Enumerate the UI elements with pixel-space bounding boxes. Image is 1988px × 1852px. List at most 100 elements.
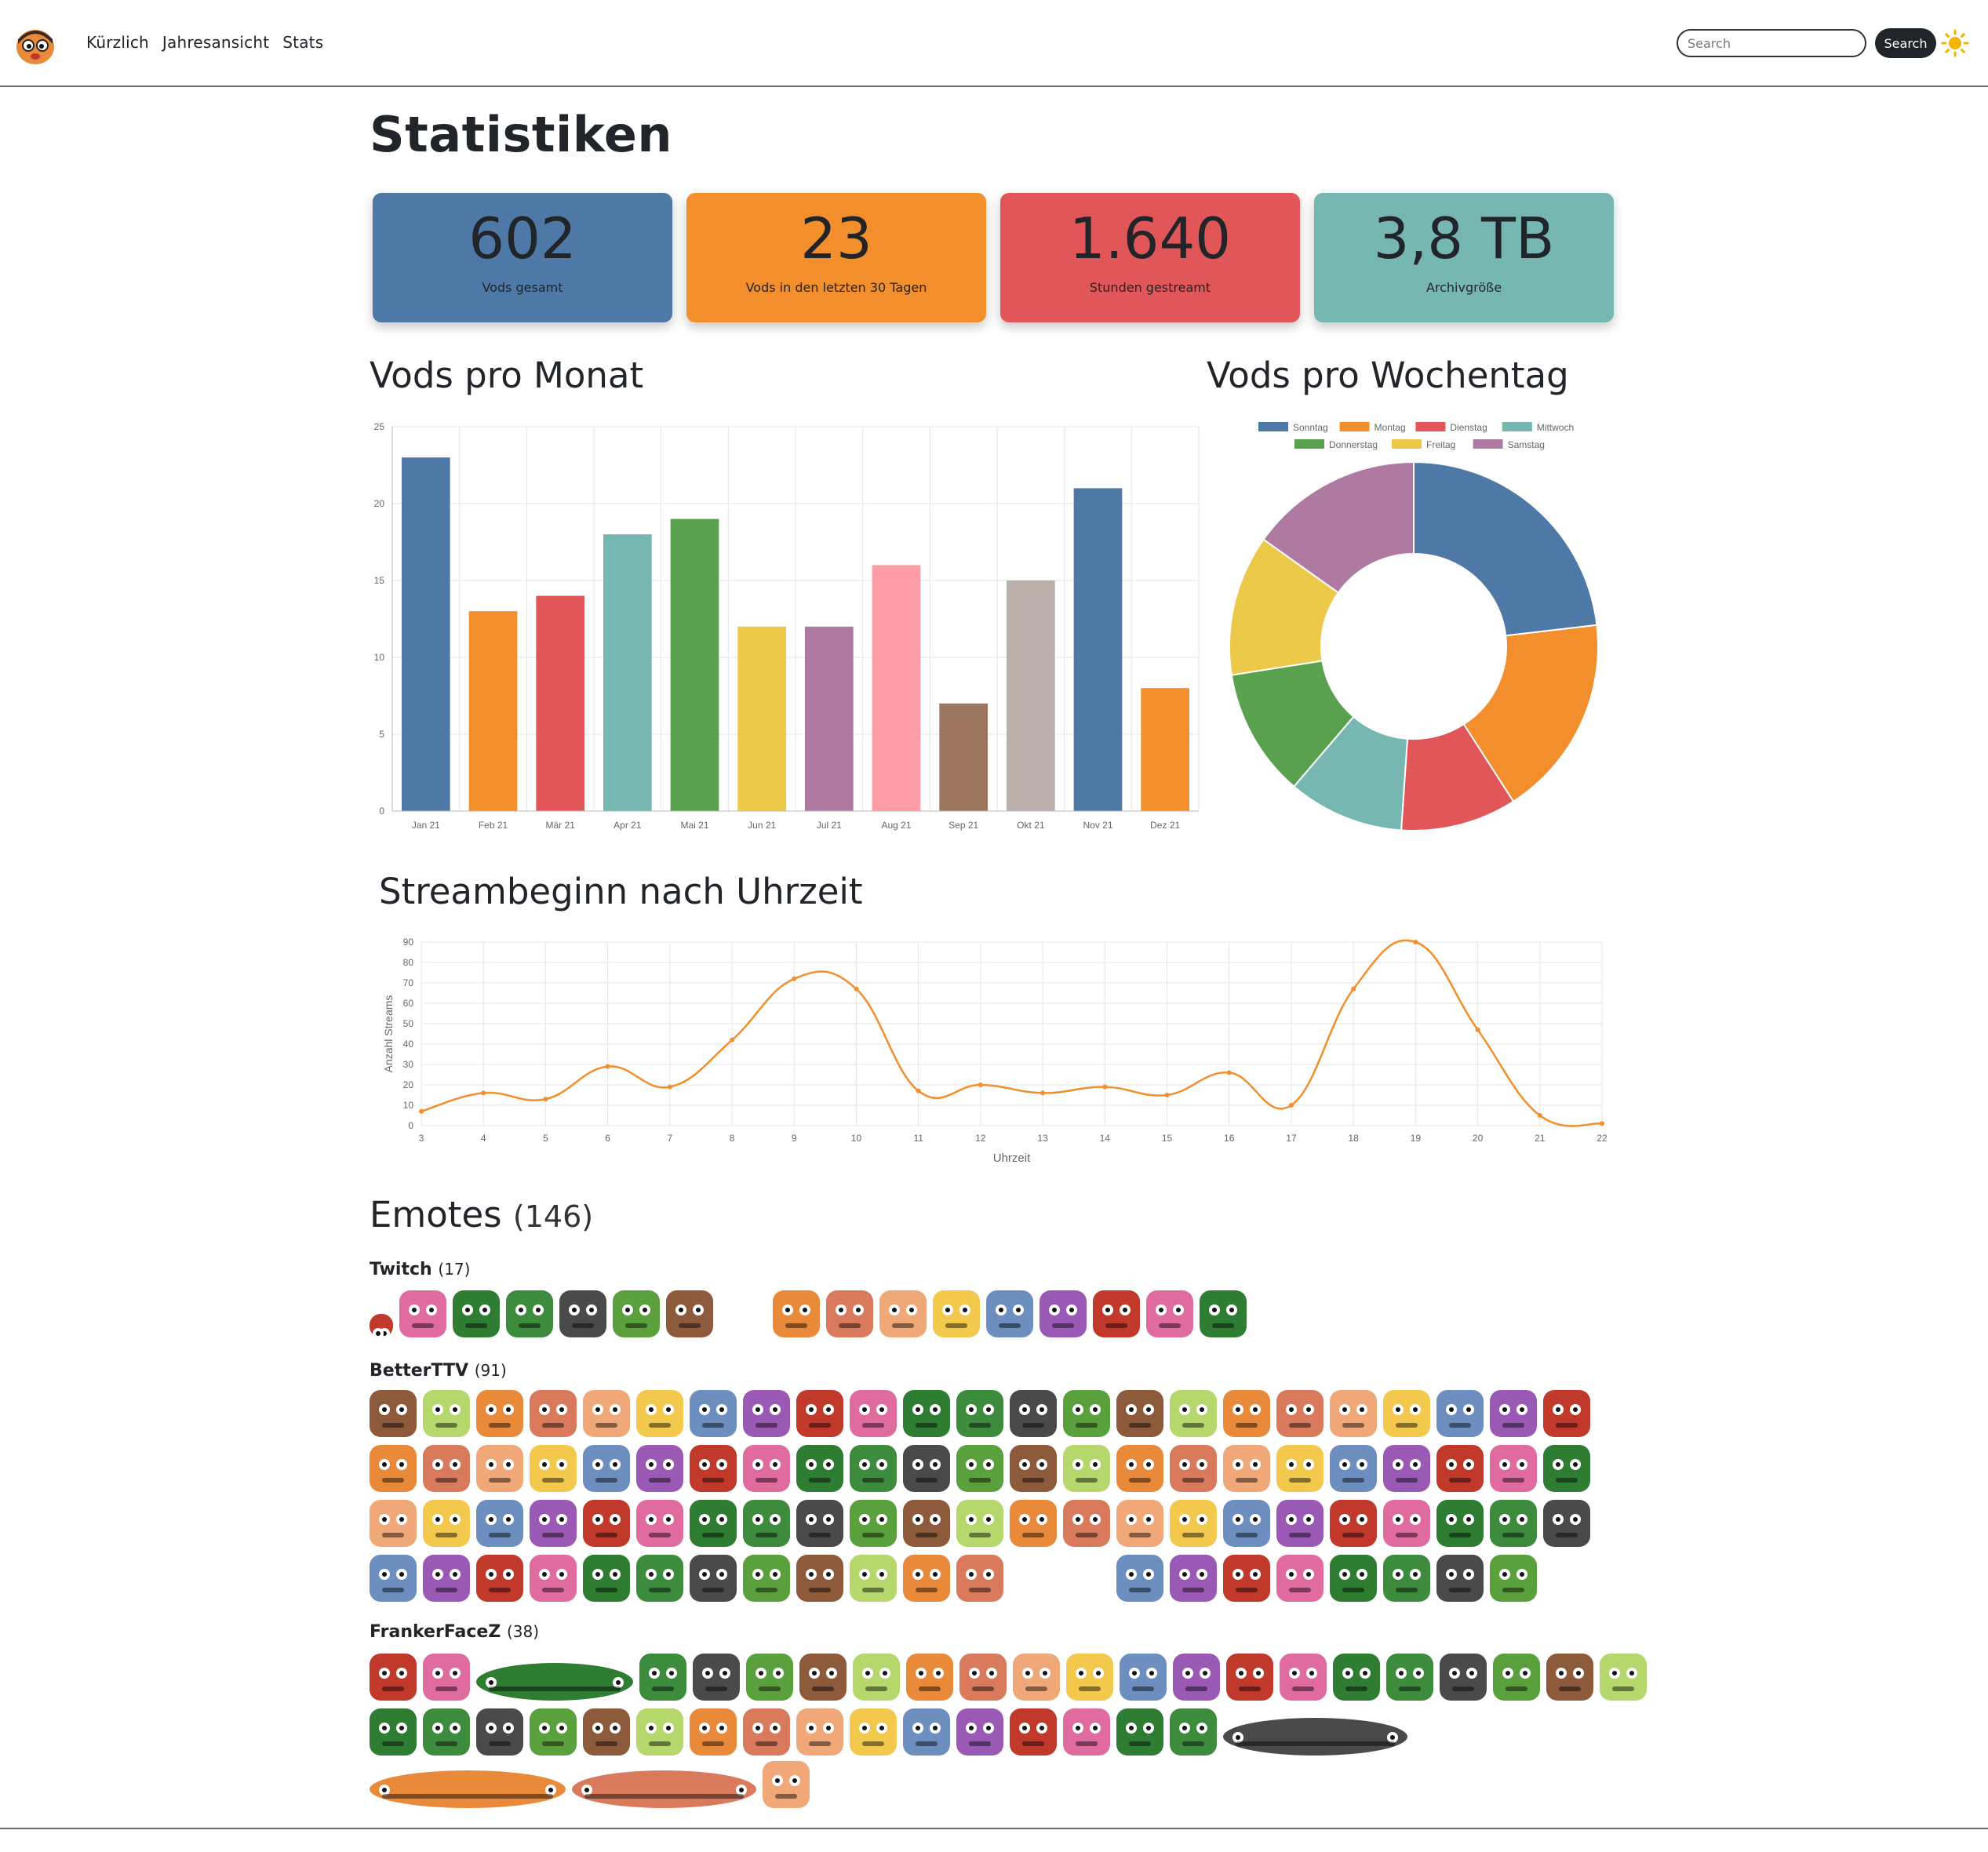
emote-image[interactable]	[583, 1555, 630, 1602]
emote-image[interactable]	[423, 1555, 470, 1602]
emote-image[interactable]	[850, 1390, 897, 1437]
emote-image[interactable]	[956, 1445, 1003, 1492]
emote-image[interactable]	[666, 1290, 713, 1337]
emote-image[interactable]	[743, 1555, 790, 1602]
emote-image[interactable]	[1120, 1654, 1167, 1701]
emote-image[interactable]	[956, 1500, 1003, 1547]
emote-image[interactable]	[796, 1445, 843, 1492]
emote-image[interactable]	[1436, 1555, 1484, 1602]
emote-image[interactable]	[636, 1555, 683, 1602]
emote-image[interactable]	[903, 1390, 950, 1437]
emote-image[interactable]	[1093, 1290, 1140, 1337]
emote-image[interactable]	[1600, 1654, 1647, 1701]
emote-image[interactable]	[370, 1500, 417, 1547]
emote-image[interactable]	[1010, 1500, 1057, 1547]
emote-image[interactable]	[1010, 1390, 1057, 1437]
emote-image[interactable]	[956, 1390, 1003, 1437]
emote-image[interactable]	[1333, 1654, 1380, 1701]
emote-image[interactable]	[1436, 1500, 1484, 1547]
emote-image[interactable]	[693, 1654, 740, 1701]
emote-image[interactable]	[1383, 1390, 1430, 1437]
emote-image[interactable]	[370, 1445, 417, 1492]
emote-image[interactable]	[1226, 1654, 1273, 1701]
nav-link-jahresansicht[interactable]: Jahresansicht	[162, 33, 269, 52]
emote-image[interactable]	[530, 1500, 577, 1547]
emote-image[interactable]	[903, 1445, 950, 1492]
emote-image[interactable]	[1490, 1390, 1537, 1437]
emote-image[interactable]	[636, 1708, 683, 1756]
emote-image[interactable]	[850, 1555, 897, 1602]
emote-image[interactable]	[1436, 1445, 1484, 1492]
emote-image[interactable]	[639, 1654, 686, 1701]
emote-image[interactable]	[453, 1290, 500, 1337]
emote-image[interactable]	[796, 1555, 843, 1602]
emote-image[interactable]	[476, 1708, 523, 1756]
emote-image[interactable]	[690, 1390, 737, 1437]
emote-image[interactable]	[559, 1290, 606, 1337]
emote-image[interactable]	[1010, 1445, 1057, 1492]
emote-image[interactable]	[423, 1500, 470, 1547]
emote-image[interactable]	[1116, 1555, 1163, 1602]
nav-link-kuerzlich[interactable]: Kürzlich	[86, 33, 149, 52]
emote-image[interactable]	[743, 1390, 790, 1437]
emote-image[interactable]	[530, 1555, 577, 1602]
nav-link-stats[interactable]: Stats	[282, 33, 323, 52]
emote-image[interactable]	[690, 1555, 737, 1602]
emote-image[interactable]	[1436, 1390, 1484, 1437]
emote-image[interactable]	[773, 1290, 820, 1337]
emote-image[interactable]	[743, 1445, 790, 1492]
emote-image[interactable]	[1063, 1500, 1110, 1547]
emote-image[interactable]	[743, 1500, 790, 1547]
emote-image[interactable]	[1330, 1445, 1377, 1492]
emote-image[interactable]	[370, 1708, 417, 1756]
emote-image[interactable]	[1116, 1390, 1163, 1437]
emote-image[interactable]	[1063, 1708, 1110, 1756]
emote-image[interactable]	[1543, 1445, 1590, 1492]
emote-image[interactable]	[583, 1708, 630, 1756]
emote-image[interactable]	[583, 1390, 630, 1437]
emote-image[interactable]	[1116, 1500, 1163, 1547]
emote-image[interactable]	[636, 1390, 683, 1437]
emote-image[interactable]	[1543, 1390, 1590, 1437]
emote-image[interactable]	[796, 1390, 843, 1437]
emote-image[interactable]	[476, 1555, 523, 1602]
emote-image[interactable]	[1490, 1500, 1537, 1547]
emote-image[interactable]	[1383, 1445, 1430, 1492]
emote-image[interactable]	[1170, 1390, 1217, 1437]
emote-image[interactable]	[583, 1445, 630, 1492]
emote-image[interactable]	[1013, 1654, 1060, 1701]
emote-image[interactable]	[1276, 1555, 1324, 1602]
emote-image[interactable]	[1040, 1290, 1087, 1337]
emote-image[interactable]	[879, 1290, 927, 1337]
emote-image[interactable]	[1170, 1708, 1217, 1756]
emote-image[interactable]	[399, 1290, 446, 1337]
emote-image[interactable]	[1170, 1445, 1217, 1492]
emote-image[interactable]	[796, 1708, 843, 1756]
emote-image[interactable]	[1493, 1654, 1540, 1701]
emote-image[interactable]	[476, 1445, 523, 1492]
emote-image[interactable]	[423, 1390, 470, 1437]
emote-image[interactable]	[476, 1663, 633, 1701]
emote-image[interactable]	[1116, 1445, 1163, 1492]
emote-image[interactable]	[370, 1555, 417, 1602]
emote-image[interactable]	[1223, 1445, 1270, 1492]
emote-image[interactable]	[583, 1500, 630, 1547]
emote-image[interactable]	[986, 1290, 1033, 1337]
emote-image[interactable]	[423, 1654, 470, 1701]
emote-image[interactable]	[1223, 1390, 1270, 1437]
emote-image[interactable]	[690, 1708, 737, 1756]
emote-image[interactable]	[530, 1708, 577, 1756]
emote-image[interactable]	[530, 1445, 577, 1492]
emote-image[interactable]	[763, 1761, 810, 1808]
emote-image[interactable]	[1330, 1555, 1377, 1602]
emote-image[interactable]	[476, 1390, 523, 1437]
emote-image[interactable]	[1010, 1708, 1057, 1756]
emote-image[interactable]	[796, 1500, 843, 1547]
emote-image[interactable]	[1223, 1718, 1407, 1756]
emote-image[interactable]	[1200, 1290, 1247, 1337]
emote-image[interactable]	[423, 1445, 470, 1492]
emote-image[interactable]	[370, 1314, 393, 1337]
emote-image[interactable]	[1063, 1445, 1110, 1492]
emote-image[interactable]	[903, 1500, 950, 1547]
sun-icon[interactable]	[1941, 29, 1969, 57]
